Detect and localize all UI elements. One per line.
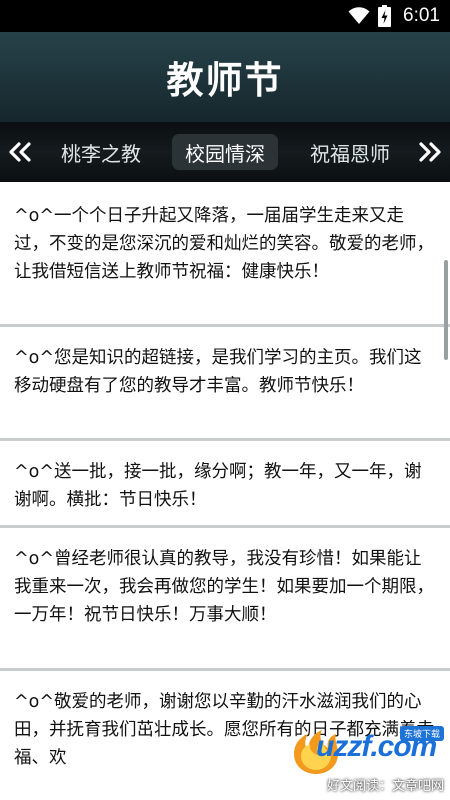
scrollbar[interactable] [444, 260, 448, 360]
message-text: ^o^送一批，接一批，缘分啊；教一年，又一年，谢谢啊。横批：节日快乐！ [14, 462, 422, 510]
message-text: ^o^您是知识的超链接，是我们学习的主页。我们这移动硬盘有了您的教导才丰富。教师… [14, 348, 422, 396]
double-chevron-left-icon[interactable] [6, 137, 34, 167]
divider [0, 438, 450, 441]
list-item[interactable]: ^o^一个个日子升起又降落，一届届学生走来又走过，不变的是您深沉的爱和灿烂的笑容… [0, 202, 450, 286]
page-title: 教师节 [166, 59, 284, 102]
status-bar: 6:01 [0, 0, 450, 32]
tab-label: 祝福恩师 [310, 141, 390, 166]
list-item[interactable]: ^o^送一批，接一批，缘分啊；教一年，又一年，谢谢啊。横批：节日快乐！ [0, 458, 450, 514]
list-item[interactable]: ^o^您是知识的超链接，是我们学习的主页。我们这移动硬盘有了您的教导才丰富。教师… [0, 344, 450, 400]
tab-label: 桃李之教 [61, 141, 141, 166]
watermark: uzzf.com 东坡下载 好文阅读：文章吧网 [286, 708, 450, 800]
double-chevron-right-icon[interactable] [416, 137, 444, 167]
message-text: ^o^曾经老师很认真的教导，我没有珍惜！如果能让我重来一次，我会再做您的学生！如… [14, 549, 434, 625]
tab-campus[interactable]: 校园情深 [172, 134, 278, 170]
tab-bar: 桃李之教 校园情深 祝福恩师 [0, 122, 450, 182]
title-bar: 教师节 [0, 32, 450, 122]
tab-label: 校园情深 [185, 141, 265, 166]
clock-time: 6:01 [403, 5, 440, 26]
divider [0, 525, 450, 528]
tab-taoli[interactable]: 桃李之教 [50, 134, 152, 170]
watermark-caption: 好文阅读：文章吧网 [326, 779, 444, 794]
battery-charging-icon [378, 5, 392, 27]
divider [0, 324, 450, 327]
list-item[interactable]: ^o^曾经老师很认真的教导，我没有珍惜！如果能让我重来一次，我会再做您的学生！如… [0, 545, 450, 629]
divider [0, 668, 450, 671]
wifi-icon [348, 7, 370, 25]
watermark-badge: 东坡下载 [399, 726, 444, 741]
message-text: ^o^一个个日子升起又降落，一届届学生走来又走过，不变的是您深沉的爱和灿烂的笑容… [14, 206, 434, 282]
tab-blessing[interactable]: 祝福恩师 [298, 134, 402, 170]
